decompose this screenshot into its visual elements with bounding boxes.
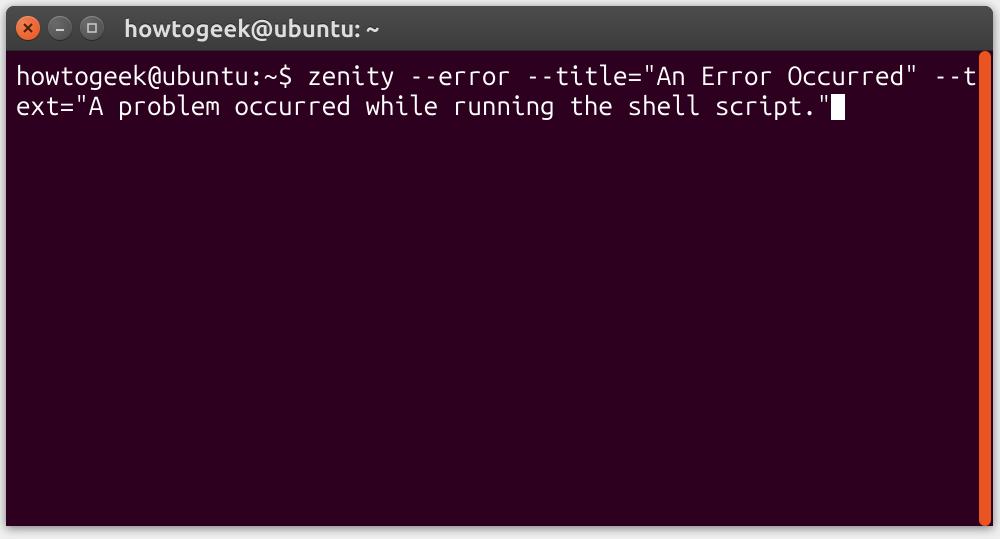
close-button[interactable] — [16, 16, 40, 40]
terminal-body[interactable]: howtogeek@ubuntu:~$ zenity --error --tit… — [6, 51, 993, 526]
terminal-window: howtogeek@ubuntu: ~ howtogeek@ubuntu:~$ … — [6, 6, 993, 526]
close-icon — [22, 22, 34, 34]
window-title: howtogeek@ubuntu: ~ — [124, 15, 379, 42]
scrollbar-track[interactable] — [977, 51, 993, 526]
maximize-icon — [86, 22, 98, 34]
scrollbar-thumb[interactable] — [979, 51, 991, 526]
minimize-icon — [54, 22, 66, 34]
cursor — [831, 94, 845, 120]
titlebar[interactable]: howtogeek@ubuntu: ~ — [6, 6, 993, 51]
window-controls — [16, 16, 104, 40]
maximize-button[interactable] — [80, 16, 104, 40]
prompt: howtogeek@ubuntu:~$ — [16, 61, 293, 90]
minimize-button[interactable] — [48, 16, 72, 40]
